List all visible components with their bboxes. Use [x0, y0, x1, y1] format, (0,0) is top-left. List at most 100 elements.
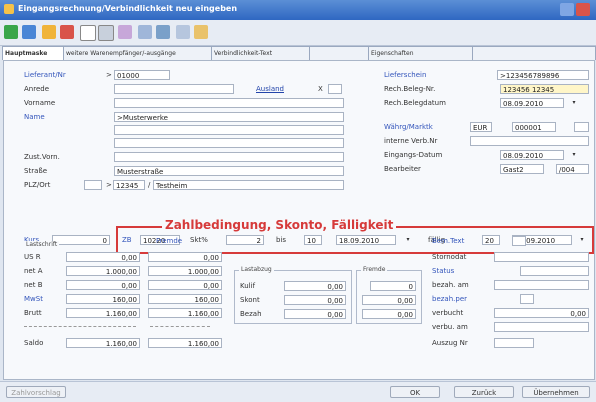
bezam-input[interactable] — [494, 280, 589, 290]
cancel-icon[interactable] — [98, 25, 114, 41]
waehrung-input[interactable]: EUR — [470, 122, 492, 132]
stornodat-input[interactable] — [494, 252, 589, 262]
strasse-input[interactable]: Musterstraße — [114, 166, 344, 176]
row-value-2[interactable]: 1.000,00 — [148, 266, 222, 276]
print-icon[interactable] — [138, 25, 152, 39]
ort-input[interactable]: Testheim — [153, 180, 344, 190]
land-input[interactable] — [84, 180, 102, 190]
bezah-label: Bezah — [240, 310, 262, 318]
eingang-label: Eingangs-Datum — [384, 151, 443, 159]
row-value-2[interactable]: 160,00 — [148, 294, 222, 304]
bem-label: Bem.Text — [432, 237, 465, 245]
anrede-input[interactable] — [114, 84, 234, 94]
bearbeiter-code-input[interactable]: /004 — [556, 164, 589, 174]
add-icon[interactable] — [42, 25, 56, 39]
ok-button[interactable]: OK — [390, 386, 440, 398]
name-input[interactable]: >Musterwerke — [114, 112, 344, 122]
zahlvorschlag-button[interactable]: Zahlvorschlag — [6, 386, 66, 398]
tab-hauptmaske[interactable]: Hauptmaske — [2, 46, 65, 60]
delete-icon[interactable] — [60, 25, 74, 39]
kulif-label: Kulif — [240, 282, 256, 290]
strasse-label: Straße — [24, 167, 48, 175]
kulif-input[interactable]: 0,00 — [284, 281, 346, 291]
saldo-value-2[interactable]: 1.160,00 — [148, 338, 222, 348]
name3-input[interactable] — [114, 138, 344, 148]
plz-marker: > — [106, 181, 112, 189]
refresh-icon[interactable] — [22, 25, 36, 39]
tab-eigenschaften[interactable]: Eigenschaften — [368, 46, 474, 60]
verbucht-input[interactable]: 0,00 — [494, 308, 589, 318]
waehrung-label: Währg/Marktk — [384, 123, 433, 131]
row-label: net A — [24, 267, 43, 275]
rechdat-dropdown-icon[interactable]: ▾ — [570, 98, 578, 108]
rechnr-label: Rech.Beleg-Nr. — [384, 85, 436, 93]
rechnr-input[interactable]: 123456 12345 — [500, 84, 589, 94]
close-icon[interactable] — [576, 3, 590, 16]
skonto-input[interactable]: 2 — [226, 235, 264, 245]
tab-warenempfaenger[interactable]: weitere Warenempfänger/-ausgänge — [63, 46, 213, 60]
row-label: Brutt — [24, 309, 42, 317]
verbam-input[interactable] — [494, 322, 589, 332]
row-value-1[interactable]: 160,00 — [66, 294, 140, 304]
tab-empty-1[interactable] — [309, 46, 370, 60]
folder-icon[interactable] — [194, 25, 208, 39]
row-value-1[interactable]: 1.160,00 — [66, 308, 140, 318]
bem-input[interactable] — [512, 236, 526, 246]
ausland-link[interactable]: Ausland — [256, 85, 284, 93]
auszug-label: Auszug Nr — [432, 339, 468, 347]
interne-input[interactable] — [470, 136, 589, 146]
tab-empty-2[interactable] — [472, 46, 596, 60]
bezper-input[interactable] — [520, 294, 534, 304]
ausland-input[interactable] — [328, 84, 342, 94]
plz-input[interactable]: 12345 — [113, 180, 145, 190]
preview-icon[interactable] — [176, 25, 190, 39]
rechdat-input[interactable]: 08.09.2010 — [500, 98, 564, 108]
bis-days-input[interactable]: 10 — [304, 235, 322, 245]
bis-date-input[interactable]: 18.09.2010 — [336, 235, 396, 245]
saldo-label: Saldo — [24, 339, 44, 347]
row-label: net B — [24, 281, 43, 289]
back-button[interactable]: Zurück — [454, 386, 514, 398]
faellig-days-input[interactable]: 20 — [482, 235, 500, 245]
skont-input[interactable]: 0,00 — [284, 295, 346, 305]
bearbeiter-input[interactable]: Gast2 — [500, 164, 544, 174]
ausland-value: X — [318, 85, 323, 93]
kurs-input[interactable]: 0 — [52, 235, 110, 245]
zusatz-input[interactable] — [114, 152, 344, 162]
row-value-1[interactable]: 0,00 — [66, 252, 140, 262]
copy-icon[interactable] — [118, 25, 132, 39]
skont-label: Skont — [240, 296, 260, 304]
stornodat-label: Stornodat — [432, 253, 467, 261]
new-document-icon[interactable] — [80, 25, 96, 41]
back-arrow-icon[interactable] — [4, 25, 18, 39]
row-value-2[interactable]: 0,00 — [148, 280, 222, 290]
title-bar: Eingangsrechnung/Verbindlichkeit neu ein… — [0, 0, 596, 20]
auszug-input[interactable] — [494, 338, 534, 348]
status-input[interactable] — [520, 266, 589, 276]
lieferant-input[interactable]: 01000 — [114, 70, 170, 80]
row-value-1[interactable]: 1.000,00 — [66, 266, 140, 276]
save-icon[interactable] — [156, 25, 170, 39]
eingang-input[interactable]: 08.09.2010 — [500, 150, 564, 160]
faellig-dropdown-icon[interactable]: ▾ — [578, 235, 586, 245]
toolbar — [0, 20, 596, 46]
minimize-icon[interactable] — [560, 3, 574, 16]
name2-input[interactable] — [114, 125, 344, 135]
bezah-fremd-input[interactable]: 0,00 — [362, 309, 416, 319]
saldo-value-1[interactable]: 1.160,00 — [66, 338, 140, 348]
row-value-2[interactable]: 0,00 — [148, 252, 222, 262]
row-value-2[interactable]: 1.160,00 — [148, 308, 222, 318]
kulif-fremd-input[interactable]: 0 — [370, 281, 416, 291]
lieferschein-input[interactable]: >123456789896 — [497, 70, 589, 80]
row-value-1[interactable]: 0,00 — [66, 280, 140, 290]
eingang-dropdown-icon[interactable]: ▾ — [570, 150, 578, 160]
skont-fremd-input[interactable]: 0,00 — [362, 295, 416, 305]
ort-marker: / — [148, 181, 151, 189]
tab-verbindlichkeit-text[interactable]: Verbindlichkeit-Text — [211, 46, 311, 60]
bezah-input[interactable]: 0,00 — [284, 309, 346, 319]
vorname-input[interactable] — [114, 98, 344, 108]
apply-button[interactable]: Übernehmen — [522, 386, 590, 398]
marktkurs-extra-input[interactable] — [574, 122, 589, 132]
marktkurs-input[interactable]: 000001 — [512, 122, 556, 132]
bis-dropdown-icon[interactable]: ▾ — [404, 235, 412, 245]
